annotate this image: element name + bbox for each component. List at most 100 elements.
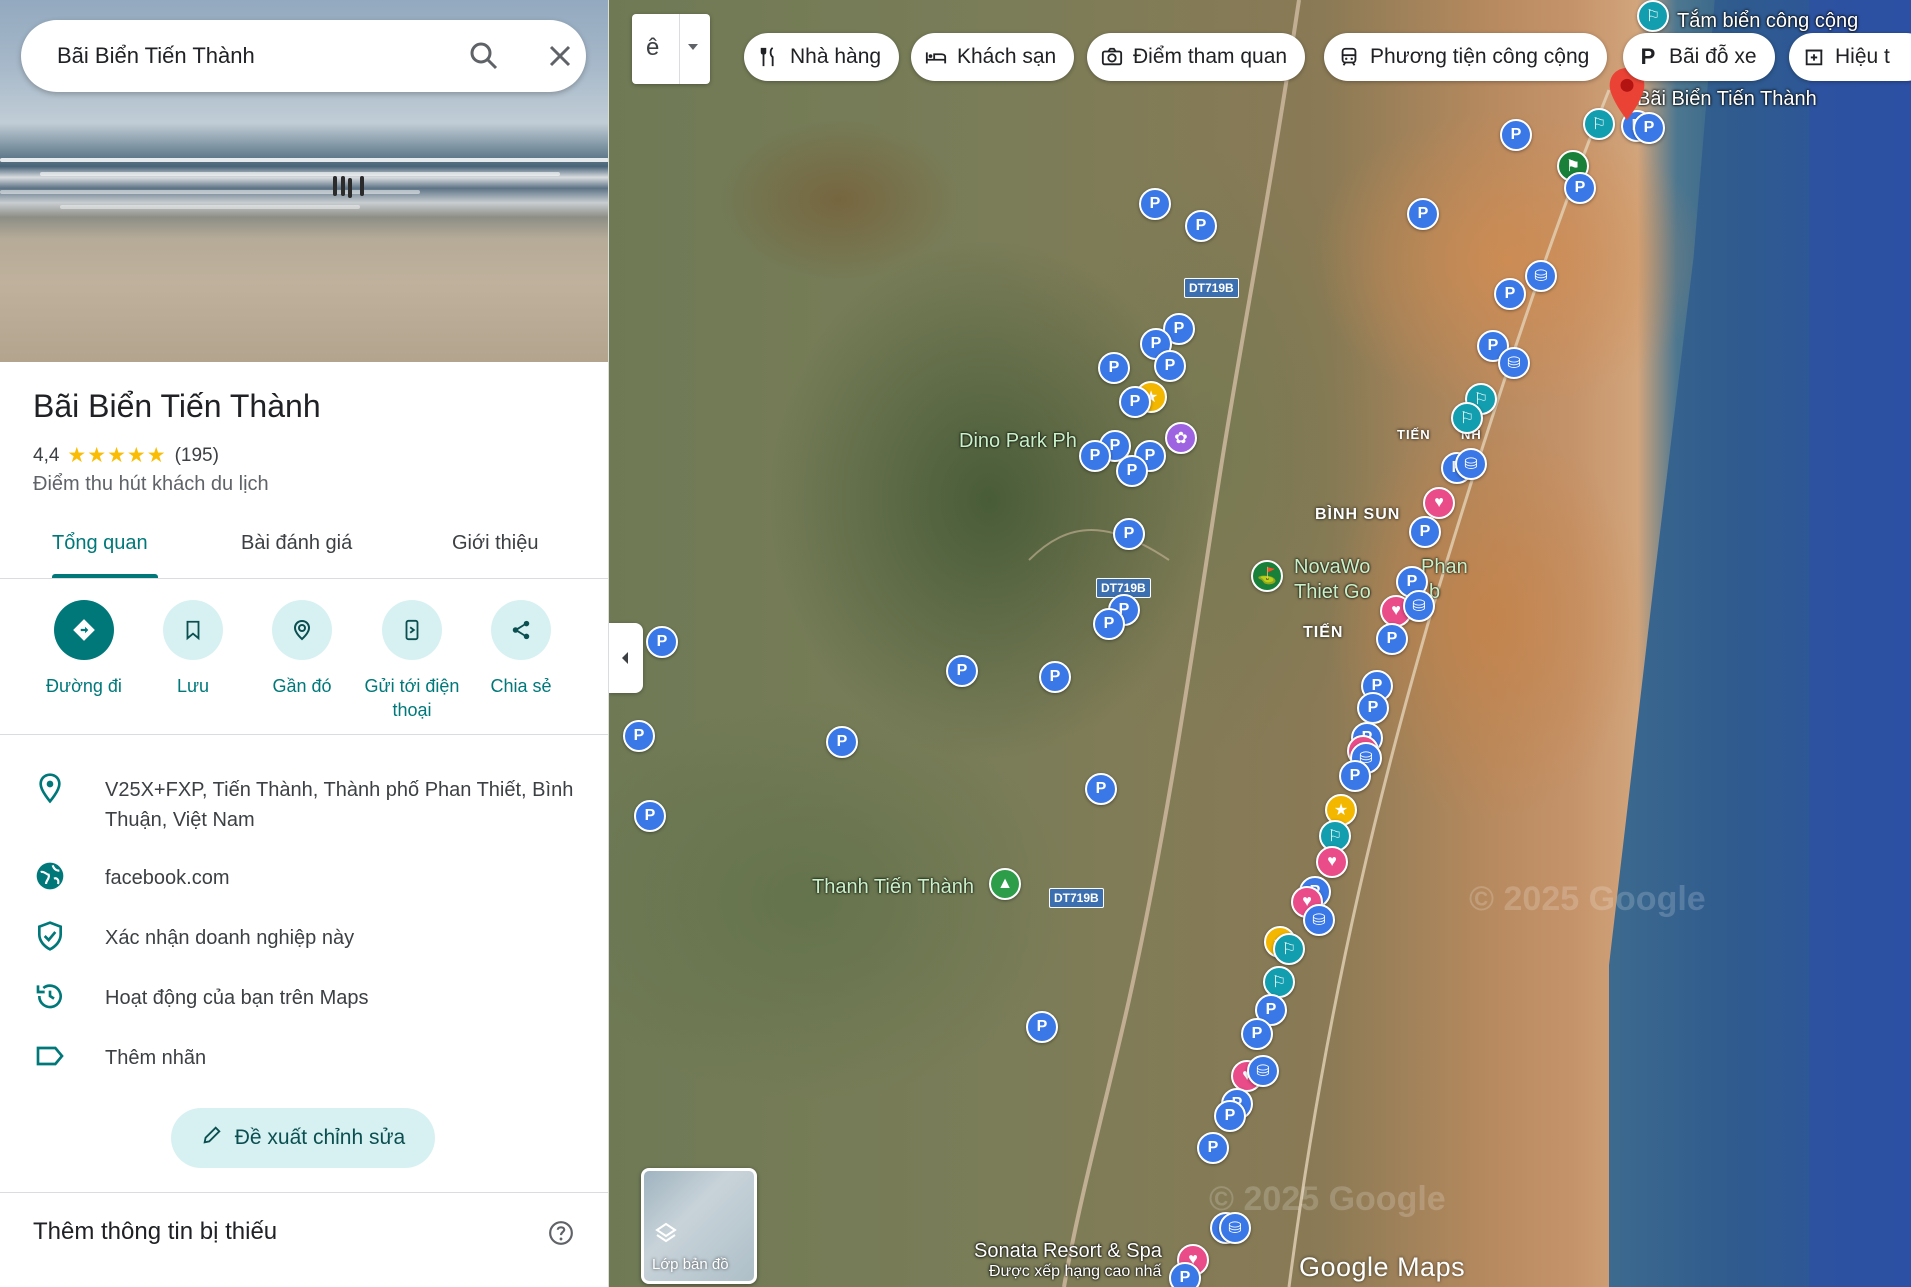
parking-pin[interactable]: P (1085, 773, 1117, 805)
rating-row[interactable]: 4,4 ★★★★★ (195) (33, 443, 219, 468)
parking-pin[interactable]: P (1409, 516, 1441, 548)
parking-pin[interactable]: P (1214, 1100, 1246, 1132)
tab-overview[interactable]: Tổng quan (52, 532, 148, 555)
hotel-pin[interactable]: ⛁ (1498, 347, 1530, 379)
chip-label: Nhà hàng (790, 45, 882, 68)
map-label-public-bath[interactable]: Tắm biển công cộng (1677, 10, 1858, 33)
place-tabs: Tổng quan Bài đánh giá Giới thiệu (0, 524, 608, 579)
beach-person (333, 176, 337, 196)
beach-pin[interactable]: ⚐ (1637, 0, 1669, 32)
share-button[interactable]: Chia sẻ (456, 600, 586, 698)
parking-pin[interactable]: P (1407, 198, 1439, 230)
parking-pin[interactable]: P (1339, 760, 1371, 792)
parking-pin[interactable]: P (1376, 623, 1408, 655)
parking-pin[interactable]: P (623, 720, 655, 752)
map-canvas[interactable]: © 2025 Google © 2025 Google DT719B DT719… (609, 0, 1911, 1287)
transit-icon (1341, 47, 1357, 66)
chip-attractions[interactable]: Điểm tham quan (1087, 33, 1306, 81)
suggest-edit-button[interactable]: Đề xuất chỉnh sửa (171, 1108, 435, 1168)
campground-pin[interactable]: ▲ (989, 868, 1021, 900)
input-tools-button[interactable]: ê (632, 14, 710, 84)
parking-pin[interactable]: P (1119, 386, 1151, 418)
hotel-pin[interactable]: ⛁ (1455, 448, 1487, 480)
tab-about[interactable]: Giới thiệu (452, 532, 538, 555)
parking-pin[interactable]: P (1241, 1018, 1273, 1050)
parking-pin[interactable]: P (1494, 278, 1526, 310)
favorite-pin[interactable]: ♥ (1423, 487, 1455, 519)
collapse-panel-button[interactable] (609, 623, 643, 693)
add-label-row[interactable]: Thêm nhãn (0, 1040, 608, 1094)
claim-business-row[interactable]: Xác nhận doanh nghiệp này (0, 920, 608, 974)
tab-reviews[interactable]: Bài đánh giá (241, 532, 352, 555)
bookmark-icon (163, 600, 223, 660)
hotel-pin[interactable]: ⛁ (1525, 260, 1557, 292)
golf-course-pin[interactable]: ⛳ (1251, 560, 1283, 592)
road-shield: DT719B (1049, 888, 1104, 908)
chip-pharmacy[interactable]: Hiệu t (1789, 33, 1911, 81)
parking-pin[interactable]: P (1113, 518, 1145, 550)
parking-pin[interactable]: P (1098, 352, 1130, 384)
map-label-novaworld[interactable]: NovaWo (1294, 556, 1370, 579)
map-label-thanh-tien-thanh[interactable]: Thanh Tiến Thành (812, 876, 974, 899)
rating-value: 4,4 (33, 444, 60, 466)
parking-pin[interactable]: P (1116, 455, 1148, 487)
wave-line (0, 158, 608, 162)
hotel-pin[interactable]: ⛁ (1247, 1055, 1279, 1087)
parking-pin[interactable]: P (1169, 1262, 1201, 1287)
beach-pin[interactable]: ⚐ (1451, 402, 1483, 434)
map-label-selected-place[interactable]: Bãi Biển Tiến Thành (1637, 88, 1817, 111)
maps-activity-row[interactable]: Hoạt động của bạn trên Maps (0, 980, 608, 1034)
pencil-icon (201, 1124, 223, 1152)
chevron-down-icon[interactable] (688, 44, 698, 50)
review-count[interactable]: (195) (175, 445, 219, 467)
parking-pin[interactable]: P (946, 655, 978, 687)
parking-pin[interactable]: P (646, 626, 678, 658)
hotel-icon (925, 52, 947, 64)
parking-pin[interactable]: P (1154, 350, 1186, 382)
map-label-sonata[interactable]: Sonata Resort & Spa (974, 1240, 1162, 1263)
chip-restaurants[interactable]: Nhà hàng (744, 33, 900, 81)
camera-icon (1101, 47, 1123, 66)
chip-parking[interactable]: P Bãi đỗ xe (1623, 33, 1775, 81)
parking-pin[interactable]: P (1185, 210, 1217, 242)
address-row[interactable]: V25X+FXP, Tiến Thành, Thành phố Phan Thi… (0, 772, 608, 842)
claim-business-text: Xác nhận doanh nghiệp này (105, 927, 355, 949)
map-layers-button[interactable]: Lớp bản đồ (641, 1168, 757, 1284)
map-label-novaworld-3[interactable]: Thiet Go (1294, 581, 1371, 604)
favorite-pin[interactable]: ♥ (1316, 846, 1348, 878)
parking-pin[interactable]: P (1026, 1011, 1058, 1043)
map-label-dino-park[interactable]: Dino Park Ph (959, 430, 1077, 453)
chip-label: Bãi đỗ xe (1669, 45, 1757, 68)
parking-icon: P (1640, 44, 1656, 69)
beach-pin[interactable]: ⚐ (1273, 933, 1305, 965)
hotel-pin[interactable]: ⛁ (1403, 590, 1435, 622)
input-language-label: ê (646, 34, 660, 61)
place-category[interactable]: Điểm thu hút khách du lịch (33, 473, 269, 496)
parking-pin[interactable]: P (1093, 608, 1125, 640)
parking-pin[interactable]: P (1564, 172, 1596, 204)
star-rating-icon: ★★★★★ (67, 444, 167, 467)
parking-pin[interactable]: P (1500, 119, 1532, 151)
parking-pin[interactable]: P (1139, 188, 1171, 220)
close-icon[interactable] (542, 38, 578, 74)
attraction-pin[interactable]: ✿ (1165, 422, 1197, 454)
chip-hotels[interactable]: Khách sạn (911, 33, 1075, 81)
chip-transit[interactable]: Phương tiện công cộng (1324, 33, 1608, 81)
help-icon[interactable] (548, 1220, 574, 1246)
search-input[interactable] (57, 42, 437, 70)
parking-pin[interactable]: P (1079, 440, 1111, 472)
suggest-edit-label: Đề xuất chỉnh sửa (234, 1126, 406, 1149)
parking-pin[interactable]: P (826, 726, 858, 758)
map-watermark: © 2025 Google (1209, 1180, 1446, 1218)
search-icon[interactable] (466, 38, 502, 74)
parking-pin[interactable]: P (1197, 1132, 1229, 1164)
map-label-novaworld-2[interactable]: Phan (1421, 556, 1468, 579)
parking-pin[interactable]: P (634, 800, 666, 832)
wave-line (60, 205, 360, 209)
google-maps-logo: Google Maps (1299, 1252, 1466, 1282)
parking-pin[interactable]: P (1039, 661, 1071, 693)
hotel-pin[interactable]: ⛁ (1303, 904, 1335, 936)
hotel-pin[interactable]: ⛁ (1219, 1212, 1251, 1244)
parking-pin[interactable]: P (1357, 692, 1389, 724)
website-row[interactable]: facebook.com (0, 860, 608, 914)
